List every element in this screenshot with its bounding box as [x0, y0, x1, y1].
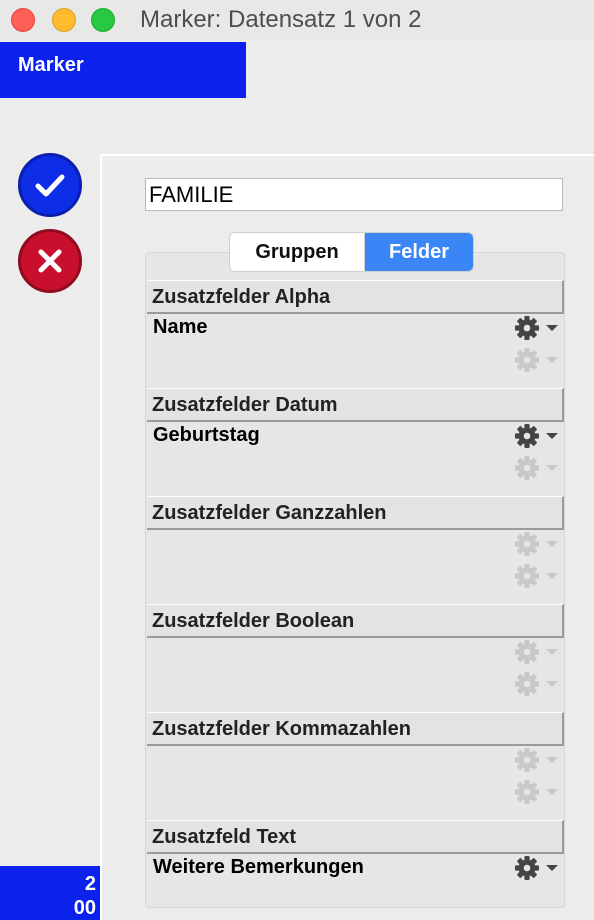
close-window-button[interactable] — [11, 8, 35, 32]
title-bar: Marker: Datensatz 1 von 2 — [0, 0, 594, 40]
record-counter-line2: 00 — [73, 897, 96, 919]
x-icon — [38, 249, 62, 273]
gear-icon[interactable] — [514, 423, 560, 449]
record-counter-line1: 2 — [84, 873, 96, 895]
gear-icon — [514, 563, 560, 589]
marker-tab[interactable]: Marker — [0, 42, 246, 98]
section-header: Zusatzfelder Boolean — [147, 604, 564, 638]
section-header: Zusatzfeld Text — [147, 820, 564, 854]
checkmark-icon — [35, 174, 65, 197]
cancel-button[interactable] — [18, 229, 82, 293]
section-header: Zusatzfelder Kommazahlen — [147, 712, 564, 746]
fields-list — [145, 252, 565, 908]
gear-icon — [514, 347, 560, 373]
field-label: Geburtstag — [153, 424, 260, 446]
zoom-window-button[interactable] — [91, 8, 115, 32]
field-label: Weitere Bemerkungen — [153, 856, 364, 878]
view-segmented-control: Gruppen Felder — [229, 232, 474, 272]
section-header: Zusatzfelder Datum — [147, 388, 564, 422]
field-label: Name — [153, 316, 208, 338]
segment-gruppen[interactable]: Gruppen — [230, 233, 365, 271]
window-title: Marker: Datensatz 1 von 2 — [140, 6, 422, 33]
section-header: Zusatzfelder Ganzzahlen — [147, 496, 564, 530]
minimize-window-button[interactable] — [52, 8, 76, 32]
segment-felder[interactable]: Felder — [365, 233, 473, 271]
gear-icon — [514, 531, 560, 557]
gear-icon[interactable] — [514, 855, 560, 881]
confirm-button[interactable] — [18, 153, 82, 217]
gear-icon — [514, 671, 560, 697]
gear-icon — [514, 747, 560, 773]
name-input[interactable]: FAMILIE — [145, 178, 563, 211]
gear-icon[interactable] — [514, 315, 560, 341]
record-counter: 2 00 — [0, 866, 100, 920]
gear-icon — [514, 639, 560, 665]
gear-icon — [514, 779, 560, 805]
gear-icon — [514, 455, 560, 481]
section-header: Zusatzfelder Alpha — [147, 280, 564, 314]
